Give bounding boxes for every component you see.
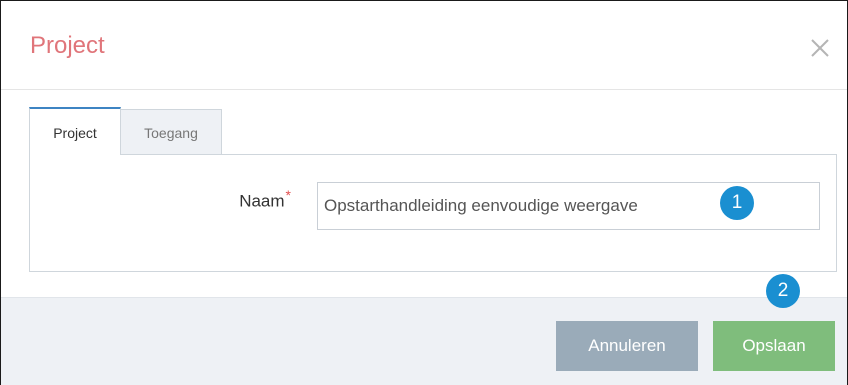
dialog-body: Project Toegang Naam* Opstarthandleiding… [1,90,847,297]
dialog-footer: Annuleren Opslaan [1,297,847,385]
tab-toegang[interactable]: Toegang [121,109,222,155]
required-marker: * [285,187,291,203]
tab-project[interactable]: Project [29,107,121,155]
callout-badge-2: 2 [766,274,800,308]
dialog-title: Project [30,32,105,59]
save-button[interactable]: Opslaan [713,321,835,371]
tab-panel-project: Naam* Opstarthandleiding eenvoudige weer… [29,154,837,272]
name-label-text: Naam [239,191,285,211]
dialog-header: Project [1,1,847,90]
close-icon[interactable] [807,35,833,61]
name-field-label: Naam* [239,187,291,212]
callout-badge-1: 1 [720,186,754,220]
project-dialog: Project Project Toegang Naam* Opstarthan… [0,0,848,385]
cancel-button[interactable]: Annuleren [556,321,698,371]
